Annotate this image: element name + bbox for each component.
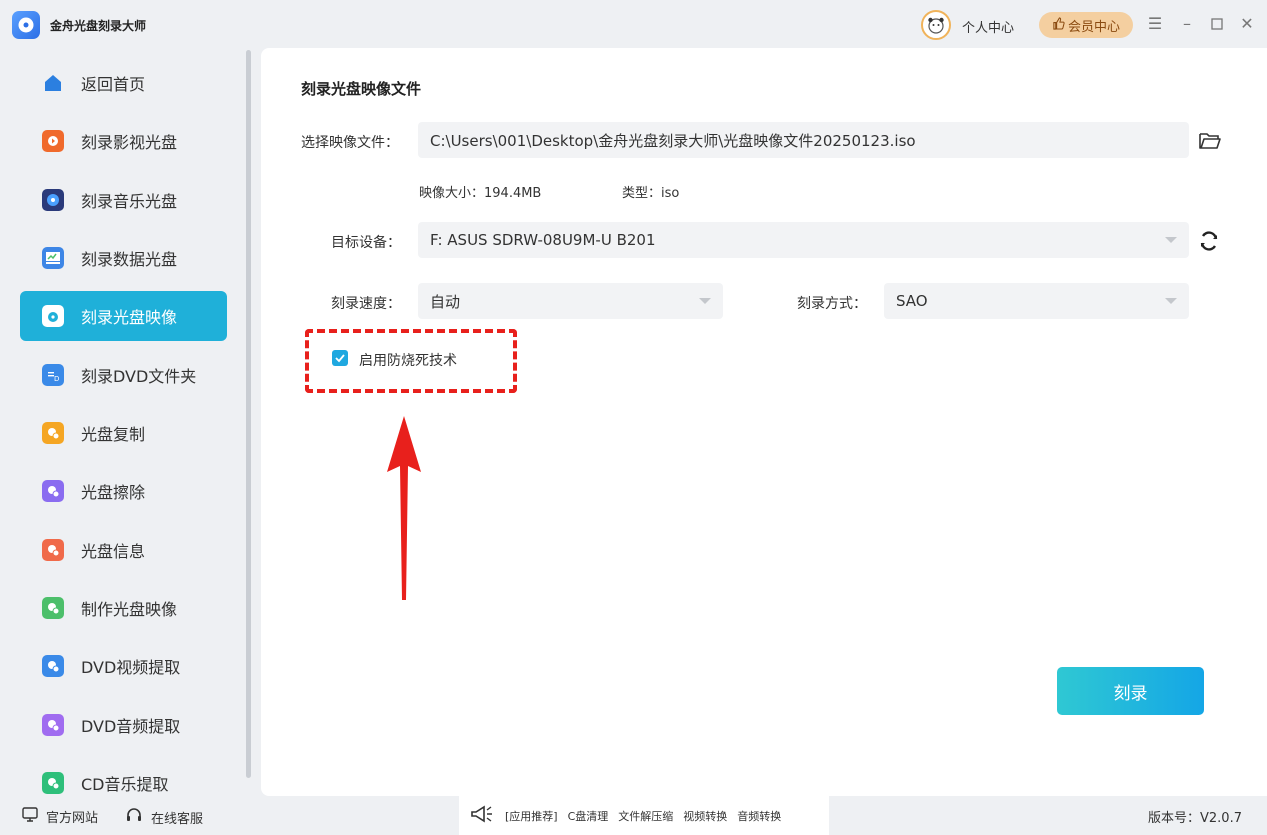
burn-mode-value: SAO [896,292,928,310]
sidebar-item-disc-info[interactable]: 光盘信息 [20,525,227,575]
sidebar-item-make-image[interactable]: 制作光盘映像 [20,583,227,633]
highlight-annotation-box [305,329,517,393]
image-type-text: 类型：iso [622,186,680,201]
video-disc-icon [42,130,64,152]
sidebar-item-label: CD音乐提取 [81,775,169,794]
main-panel: 刻录光盘映像文件 选择映像文件： C:\Users\001\Desktop\金舟… [261,48,1267,796]
home-icon [42,72,64,94]
sidebar-item-video-disc[interactable]: 刻录影视光盘 [20,116,227,166]
promo-item[interactable]: 音频转换 [737,808,781,824]
promo-item: [应用推荐] [505,809,558,823]
chevron-down-icon [1165,237,1177,243]
vip-center-button[interactable]: 会员中心 [1039,12,1133,38]
sidebar: 返回首页 刻录影视光盘 刻录音乐光盘 刻录数据光盘 刻录光盘映像 D 刻录DVD… [0,48,245,794]
sidebar-item-label: 刻录影视光盘 [81,133,178,152]
burn-mode-select[interactable]: SAO [884,283,1189,319]
disc-image-icon [42,305,64,327]
refresh-icon[interactable] [1198,230,1220,256]
sidebar-item-label: 刻录光盘映像 [81,308,178,327]
sidebar-item-disc-copy[interactable]: 光盘复制 [20,408,227,458]
image-file-value: C:\Users\001\Desktop\金舟光盘刻录大师\光盘映像文件2025… [430,131,916,150]
promo-bar: [应用推荐] C盘清理 文件解压缩 视频转换 音频转换 [459,796,829,835]
data-disc-icon [42,247,64,269]
sidebar-item-home[interactable]: 返回首页 [20,58,227,108]
target-device-value: F: ASUS SDRW-08U9M-U B201 [430,231,656,249]
headset-icon [125,807,143,827]
burn-speed-label: 刻录速度： [331,296,401,312]
target-device-label: 目标设备： [331,235,401,251]
dvd-video-extract-icon [42,655,64,677]
megaphone-icon [469,804,495,827]
footer: 官方网站 在线客服 [应用推荐] C盘清理 文件解压缩 视频转换 音频转换 版本… [0,796,1267,835]
thumbs-up-icon [1052,16,1065,34]
sidebar-item-label: DVD音频提取 [81,717,181,736]
official-website-link[interactable]: 官方网站 [22,807,98,826]
app-logo-icon [12,11,40,39]
disc-copy-icon [42,422,64,444]
monitor-icon [22,807,38,826]
burn-speed-select[interactable]: 自动 [418,283,723,319]
target-device-select[interactable]: F: ASUS SDRW-08U9M-U B201 [418,222,1189,258]
maximize-icon[interactable] [1208,14,1226,34]
sidebar-item-music-disc[interactable]: 刻录音乐光盘 [20,175,227,225]
image-file-input[interactable]: C:\Users\001\Desktop\金舟光盘刻录大师\光盘映像文件2025… [418,122,1189,158]
dvd-folder-icon: D [42,364,64,386]
avatar[interactable] [921,10,951,40]
page-title: 刻录光盘映像文件 [301,80,422,98]
personal-center-link[interactable]: 个人中心 [962,17,1014,36]
sidebar-item-label: 刻录音乐光盘 [81,192,178,211]
promo-item[interactable]: 文件解压缩 [618,808,673,824]
sidebar-item-disc-erase[interactable]: 光盘擦除 [20,466,227,516]
sidebar-item-label: 光盘擦除 [81,483,146,502]
arrow-annotation-icon [387,416,421,600]
minimize-icon[interactable]: – [1178,14,1196,34]
official-website-label: 官方网站 [46,811,99,826]
burn-mode-label: 刻录方式： [797,296,867,312]
dvd-audio-extract-icon [42,714,64,736]
image-file-label: 选择映像文件： [301,135,399,151]
sidebar-item-dvd-video-extract[interactable]: DVD视频提取 [20,641,227,691]
burn-button[interactable]: 刻录 [1057,667,1204,715]
sidebar-item-label: 刻录DVD文件夹 [81,367,197,386]
image-size-text: 映像大小：194.4MB [419,186,542,201]
chevron-down-icon [1165,298,1177,304]
vip-center-label: 会员中心 [1067,19,1120,35]
make-image-icon [42,597,64,619]
title-bar: 金舟光盘刻录大师 个人中心 会员中心 ☰ – ✕ [0,0,1267,48]
sidebar-item-label: 刻录数据光盘 [81,250,178,269]
burn-speed-value: 自动 [430,292,461,311]
music-disc-icon [42,189,64,211]
sidebar-item-label: 返回首页 [81,75,146,94]
cd-music-extract-icon [42,772,64,794]
sidebar-item-data-disc[interactable]: 刻录数据光盘 [20,233,227,283]
menu-icon[interactable]: ☰ [1146,14,1164,34]
version-label: 版本号：V2.0.7 [1148,811,1242,826]
disc-info-icon [42,539,64,561]
promo-item[interactable]: 视频转换 [683,808,727,824]
sidebar-item-disc-image[interactable]: 刻录光盘映像 [20,291,227,341]
sidebar-item-label: 光盘复制 [81,425,146,444]
sidebar-item-dvd-audio-extract[interactable]: DVD音频提取 [20,700,227,750]
online-support-label: 在线客服 [151,811,204,827]
sidebar-scrollbar[interactable] [246,50,251,778]
sidebar-item-label: DVD视频提取 [81,658,181,677]
chevron-down-icon [699,298,711,304]
close-icon[interactable]: ✕ [1238,14,1256,34]
disc-erase-icon [42,480,64,502]
svg-text:D: D [54,375,59,382]
sidebar-item-dvd-folder[interactable]: D 刻录DVD文件夹 [20,350,227,400]
app-title: 金舟光盘刻录大师 [50,19,147,33]
online-support-link[interactable]: 在线客服 [125,807,203,827]
open-folder-icon[interactable] [1198,131,1222,155]
promo-item[interactable]: C盘清理 [568,808,609,824]
sidebar-item-label: 光盘信息 [81,542,146,561]
sidebar-item-label: 制作光盘映像 [81,600,178,619]
